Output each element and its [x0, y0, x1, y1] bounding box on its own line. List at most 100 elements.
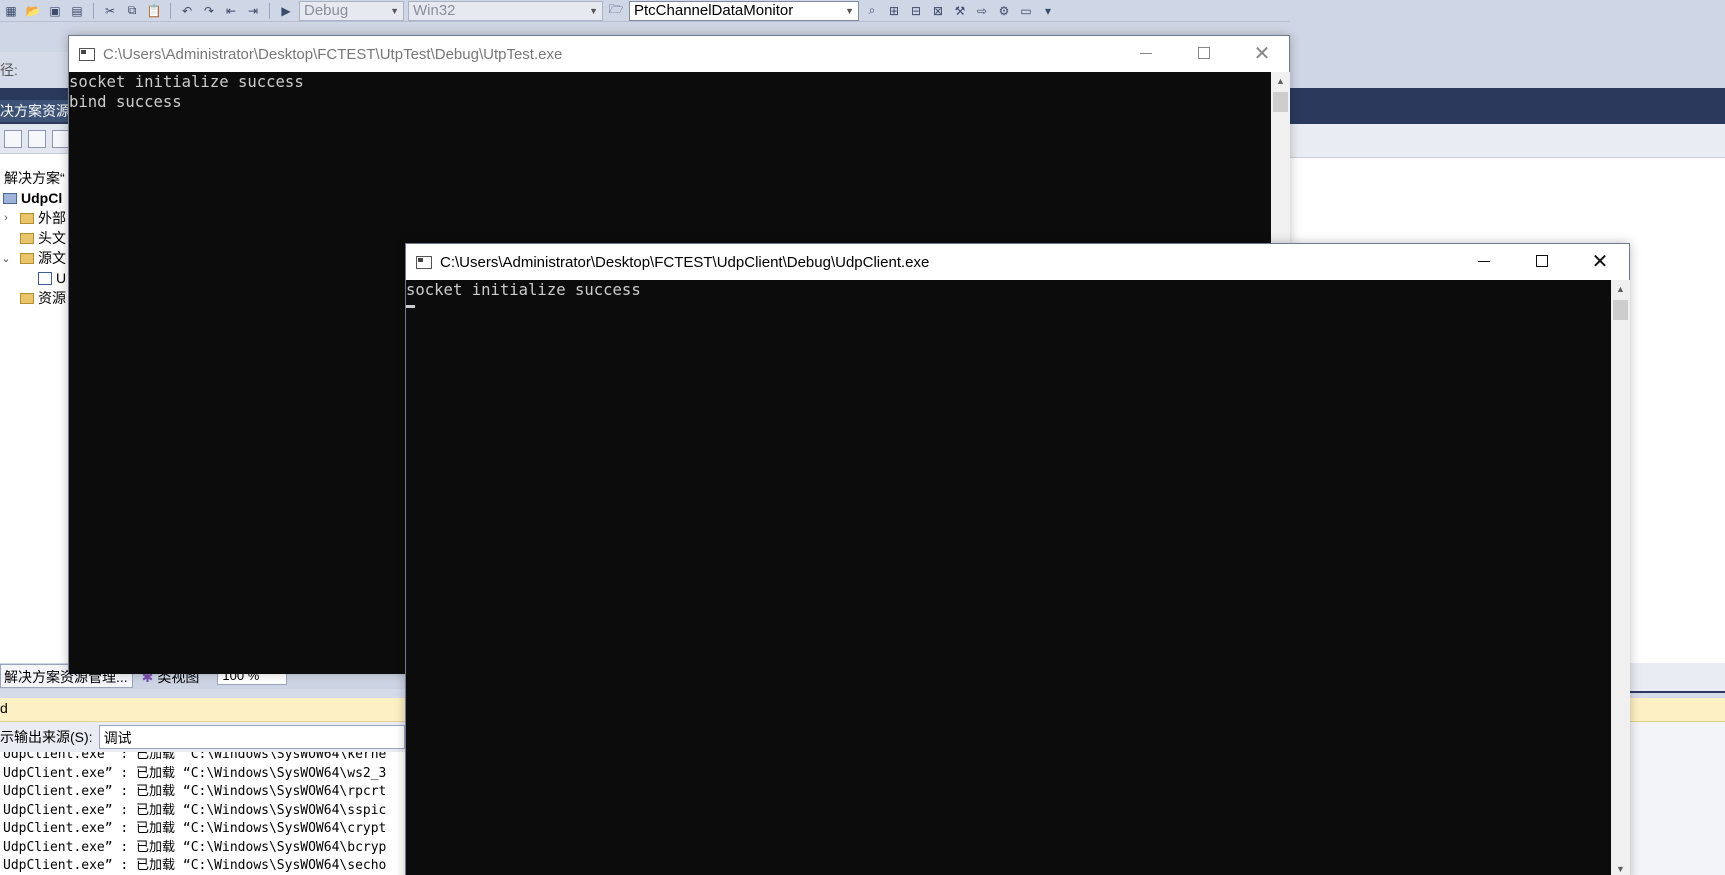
output-toolbar: 示输出来源(S): 调试 [0, 722, 405, 752]
bookmark-icon[interactable]: ⇥ [244, 3, 262, 19]
chevron-down-icon: ▼ [845, 5, 854, 16]
maximize-button[interactable] [1175, 36, 1233, 70]
minimize-icon [1140, 52, 1152, 54]
overflow-chevron-icon[interactable]: ▾ [1039, 3, 1057, 19]
output-line: UdpClient.exe” : 已加载 “C:\Windows\SysWOW6… [3, 784, 387, 799]
console-line: socket initialize success [406, 281, 641, 299]
chevron-down-icon: ▼ [589, 5, 598, 16]
output-line: UdpClient.exe” : 已加载 “C:\Windows\SysWOW6… [3, 765, 387, 781]
output-title: d [0, 700, 8, 716]
output-source-value: 调试 [103, 730, 132, 746]
cpp-file-icon [38, 271, 52, 285]
configuration-value: Debug [304, 2, 349, 19]
show-all-files-icon[interactable] [4, 129, 22, 148]
console-line: bind success [69, 93, 182, 111]
tree-item-external-deps[interactable]: › 外部 [0, 208, 66, 228]
configuration-select[interactable]: Debug ▼ [299, 0, 404, 21]
object-browser-icon[interactable]: ⊠ [929, 3, 947, 19]
maximize-button[interactable] [1513, 244, 1571, 278]
editor-navigation-bar [1290, 124, 1725, 158]
console-app-icon [79, 47, 95, 61]
output-window-icon[interactable]: ▭ [1017, 3, 1035, 19]
tree-item-label: 解决方案“ [4, 170, 65, 186]
scroll-down-icon[interactable]: ▼ [1611, 860, 1630, 875]
redo-icon[interactable]: ↷ [200, 3, 218, 19]
output-text-area[interactable]: UdpClient.exe” : 已加载 “C:\Windows\SysWOW6… [0, 752, 405, 875]
project-select[interactable]: PtcChannelDataMonitor ▼ [629, 0, 859, 21]
console-screen[interactable]: socket initialize success [406, 280, 1611, 875]
console-title: C:\Users\Administrator\Desktop\FCTEST\Ud… [440, 253, 930, 271]
tree-item-resource-files[interactable]: 资源 [20, 288, 66, 308]
toolbar-separator [93, 2, 94, 19]
scroll-up-icon[interactable]: ▲ [1271, 72, 1290, 89]
output-line: UdpClient.exe” : 已加载 “C:\Windows\SysWOW6… [3, 858, 387, 873]
output-source-select[interactable]: 调试 [98, 725, 405, 749]
console-line: socket initialize success [69, 73, 304, 91]
properties-icon[interactable] [28, 129, 46, 148]
tree-item-label: 头文 [38, 230, 66, 246]
solution-explorer-icon[interactable]: ⊞ [885, 3, 903, 19]
tree-item-solution[interactable]: 解决方案“ [4, 168, 65, 188]
chevron-down-icon: ▼ [390, 5, 399, 16]
tree-item-label: 源文 [38, 250, 66, 266]
maximize-icon [1198, 47, 1210, 59]
output-line: UdpClient.exe” : 已加载 “C:\Windows\SysWOW6… [3, 839, 387, 855]
maximize-icon [1536, 255, 1548, 267]
toolbar-separator [170, 2, 171, 19]
close-button[interactable]: ✕ [1571, 244, 1629, 278]
output-line: UdpClient.exe” : 已加载 “C:\Windows\SysWOW6… [3, 752, 387, 762]
project-icon [3, 192, 17, 204]
ide-toolbar: ▦ 📂 ▣ ▤ ✂ ⧉ 📋 ↶ ↷ ⇤ ⇥ ▶ Debug ▼ Win32 ▼ … [0, 0, 1290, 22]
tree-item-source-file[interactable]: U [38, 268, 66, 288]
tree-item-label: 外部 [38, 210, 66, 226]
save-all-icon[interactable]: ▤ [68, 3, 86, 19]
path-label: 径: [0, 62, 18, 78]
vertical-scrollbar[interactable]: ▲ ▼ [1611, 280, 1630, 875]
new-project-icon[interactable]: ▦ [2, 3, 20, 19]
tree-item-header-files[interactable]: 头文 [20, 228, 66, 248]
scroll-up-icon[interactable]: ▲ [1611, 280, 1630, 297]
minimize-button[interactable] [1117, 36, 1175, 70]
close-button[interactable]: ✕ [1233, 36, 1291, 70]
output-line: UdpClient.exe” : 已加载 “C:\Windows\SysWOW6… [3, 802, 387, 818]
cut-icon[interactable]: ✂ [101, 3, 119, 19]
console-window-udpclient[interactable]: C:\Users\Administrator\Desktop\FCTEST\Ud… [405, 243, 1630, 875]
team-icon[interactable]: ⚙ [995, 3, 1013, 19]
tree-item-source-files[interactable]: ⌄ 源文 [0, 248, 66, 268]
minimize-icon [1478, 260, 1490, 262]
scroll-thumb[interactable] [1273, 92, 1288, 112]
find-icon[interactable]: ⌕ [863, 3, 881, 19]
open-folder-icon[interactable]: 📂 [24, 3, 42, 19]
console-titlebar[interactable]: C:\Users\Administrator\Desktop\FCTEST\Ud… [406, 244, 1629, 280]
scroll-thumb[interactable] [1613, 300, 1628, 320]
folder-icon [20, 292, 34, 304]
find-in-files-icon[interactable]: 🗁 [607, 2, 625, 19]
tree-item-label: UdpCl [21, 190, 63, 206]
tree-item-project[interactable]: UdpCl [3, 188, 62, 208]
platform-select[interactable]: Win32 ▼ [408, 0, 603, 21]
chevron-down-icon[interactable]: ⌄ [0, 252, 12, 265]
chevron-right-icon[interactable]: › [0, 212, 12, 224]
ide-toolbar-right-area [1290, 0, 1725, 88]
save-icon[interactable]: ▣ [46, 3, 64, 19]
close-icon: ✕ [1591, 249, 1609, 273]
navigate-icon[interactable]: ⇤ [222, 3, 240, 19]
copy-icon[interactable]: ⧉ [123, 3, 141, 19]
console-title: C:\Users\Administrator\Desktop\FCTEST\Ut… [103, 45, 563, 63]
start-debug-icon[interactable]: ▶ [277, 3, 295, 19]
solution-explorer-panel: 解决方案“ UdpCl › 外部 头文 ⌄ 源文 U 资源 [0, 124, 75, 664]
project-value: PtcChannelDataMonitor [634, 2, 794, 19]
minimize-button[interactable] [1455, 244, 1513, 278]
folder-icon [20, 232, 34, 244]
undo-icon[interactable]: ↶ [178, 3, 196, 19]
platform-value: Win32 [413, 2, 456, 19]
folder-icon [20, 212, 34, 224]
output-line: UdpClient.exe” : 已加载 “C:\Windows\SysWOW6… [3, 821, 387, 836]
properties-icon[interactable]: ⊟ [907, 3, 925, 19]
solution-explorer-toolbar [0, 124, 75, 154]
console-titlebar[interactable]: C:\Users\Administrator\Desktop\FCTEST\Ut… [69, 36, 1289, 72]
export-icon[interactable]: ⇨ [973, 3, 991, 19]
toolbar-separator [269, 2, 270, 19]
paste-icon[interactable]: 📋 [145, 3, 163, 19]
tools-icon[interactable]: ⚒ [951, 3, 969, 19]
